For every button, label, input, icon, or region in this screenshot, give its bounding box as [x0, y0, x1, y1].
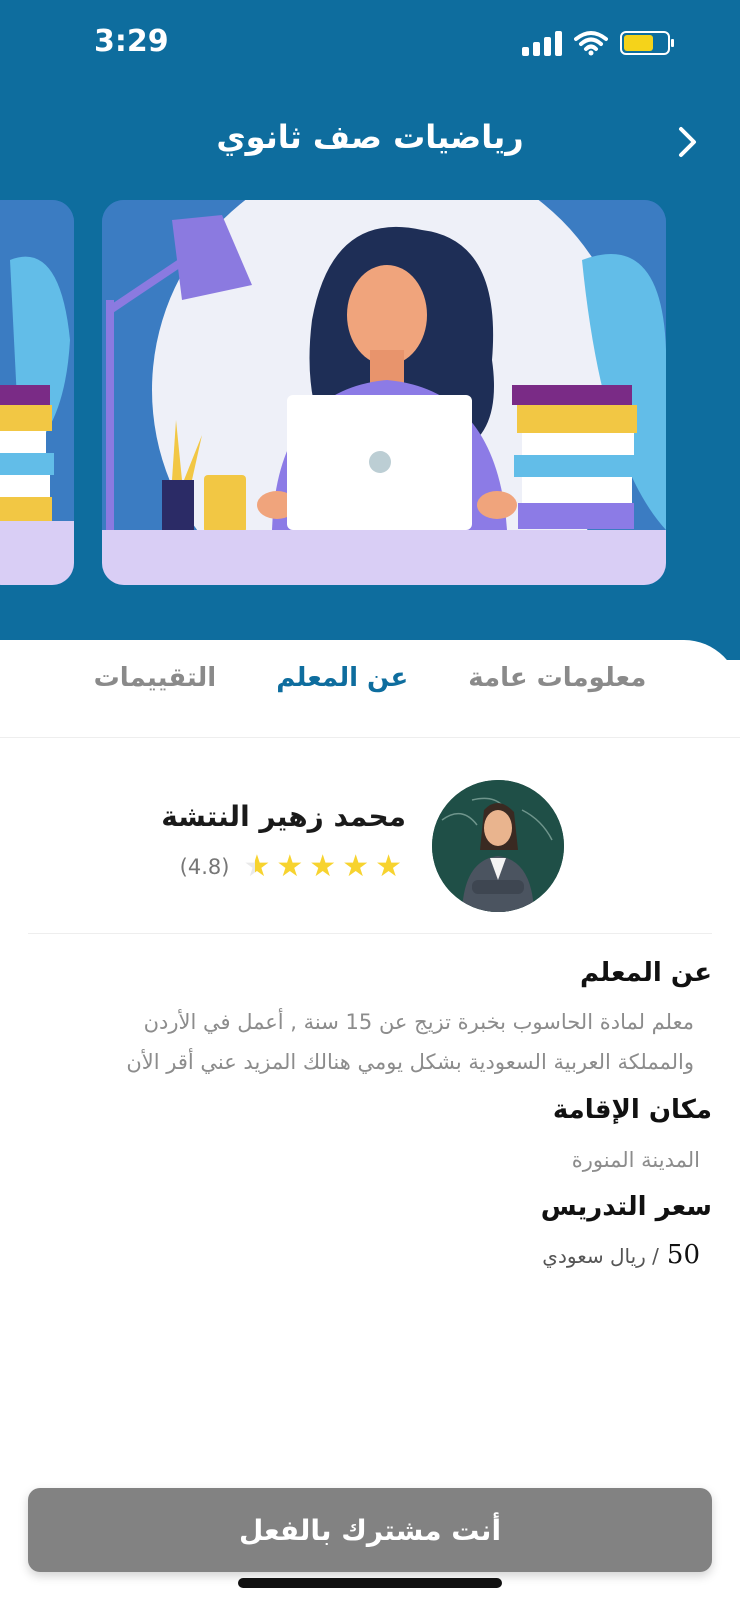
- price-value: 50 / ريال سعودي: [10, 1240, 700, 1270]
- tabs-divider: [0, 737, 740, 738]
- about-section: عن المعلم: [22, 958, 712, 988]
- price-unit: / ريال سعودي: [542, 1244, 659, 1268]
- price-amount: 50: [666, 1240, 700, 1270]
- half-star-icon: ★: [243, 849, 271, 884]
- home-indicator: [238, 1578, 502, 1588]
- star-icon: ★: [309, 849, 337, 884]
- teacher-at-laptop-illustration: [102, 200, 666, 585]
- carousel-slide-main[interactable]: [102, 200, 666, 585]
- status-time: 3:29: [94, 24, 169, 59]
- about-title: عن المعلم: [580, 958, 712, 988]
- wifi-icon: [574, 31, 608, 56]
- star-icon: ★: [276, 849, 304, 884]
- about-text: معلم لمادة الحاسوب بخبرة تزيج عن 15 سنة …: [4, 1002, 694, 1082]
- tab-bar: معلومات عامة عن المعلم التقييمات: [0, 655, 740, 725]
- status-icons: [522, 30, 674, 56]
- about-line-1: معلم لمادة الحاسوب بخبرة تزيج عن 15 سنة …: [143, 1010, 694, 1034]
- status-bar: 3:29: [0, 0, 740, 90]
- about-line-2: والمملكة العربية السعودية بشكل يومي هنال…: [126, 1050, 694, 1074]
- teacher-name: محمد زهير النتشة: [161, 800, 406, 833]
- chevron-right-icon: [679, 127, 696, 157]
- avatar: [432, 780, 564, 912]
- carousel-slide-previous[interactable]: [0, 200, 74, 585]
- screen: 3:29 رياضيات صف ثانوي معلومات عامة عن ال…: [0, 0, 740, 1600]
- price-title: سعر التدريس: [540, 1192, 712, 1222]
- residence-section: مكان الإقامة: [22, 1095, 712, 1125]
- rating-score: (4.8): [179, 855, 230, 879]
- cellular-signal-icon: [522, 30, 562, 56]
- tab-about-teacher[interactable]: عن المعلم: [276, 655, 408, 725]
- residence-title: مكان الإقامة: [552, 1095, 712, 1125]
- residence-value: المدينة المنورة: [571, 1148, 700, 1172]
- tab-general-info[interactable]: معلومات عامة: [468, 655, 646, 725]
- residence-value-wrap: المدينة المنورة: [10, 1140, 700, 1180]
- back-button[interactable]: [666, 120, 710, 164]
- star-icon: ★: [375, 849, 402, 884]
- star-icon: ★: [342, 849, 370, 884]
- price-value-wrap: 50 / ريال سعودي: [10, 1240, 700, 1270]
- tab-reviews[interactable]: التقييمات: [94, 655, 217, 725]
- teacher-rating: ★ ★ ★ ★ ★ (4.8): [180, 852, 402, 882]
- battery-icon: [620, 31, 674, 55]
- books-illustration: [0, 200, 74, 585]
- teacher-photo: [432, 780, 564, 912]
- already-subscribed-button[interactable]: أنت مشترك بالفعل: [28, 1488, 712, 1572]
- page-title: رياضيات صف ثانوي: [216, 118, 524, 156]
- teacher-divider: [28, 933, 712, 934]
- price-section: سعر التدريس: [22, 1192, 712, 1222]
